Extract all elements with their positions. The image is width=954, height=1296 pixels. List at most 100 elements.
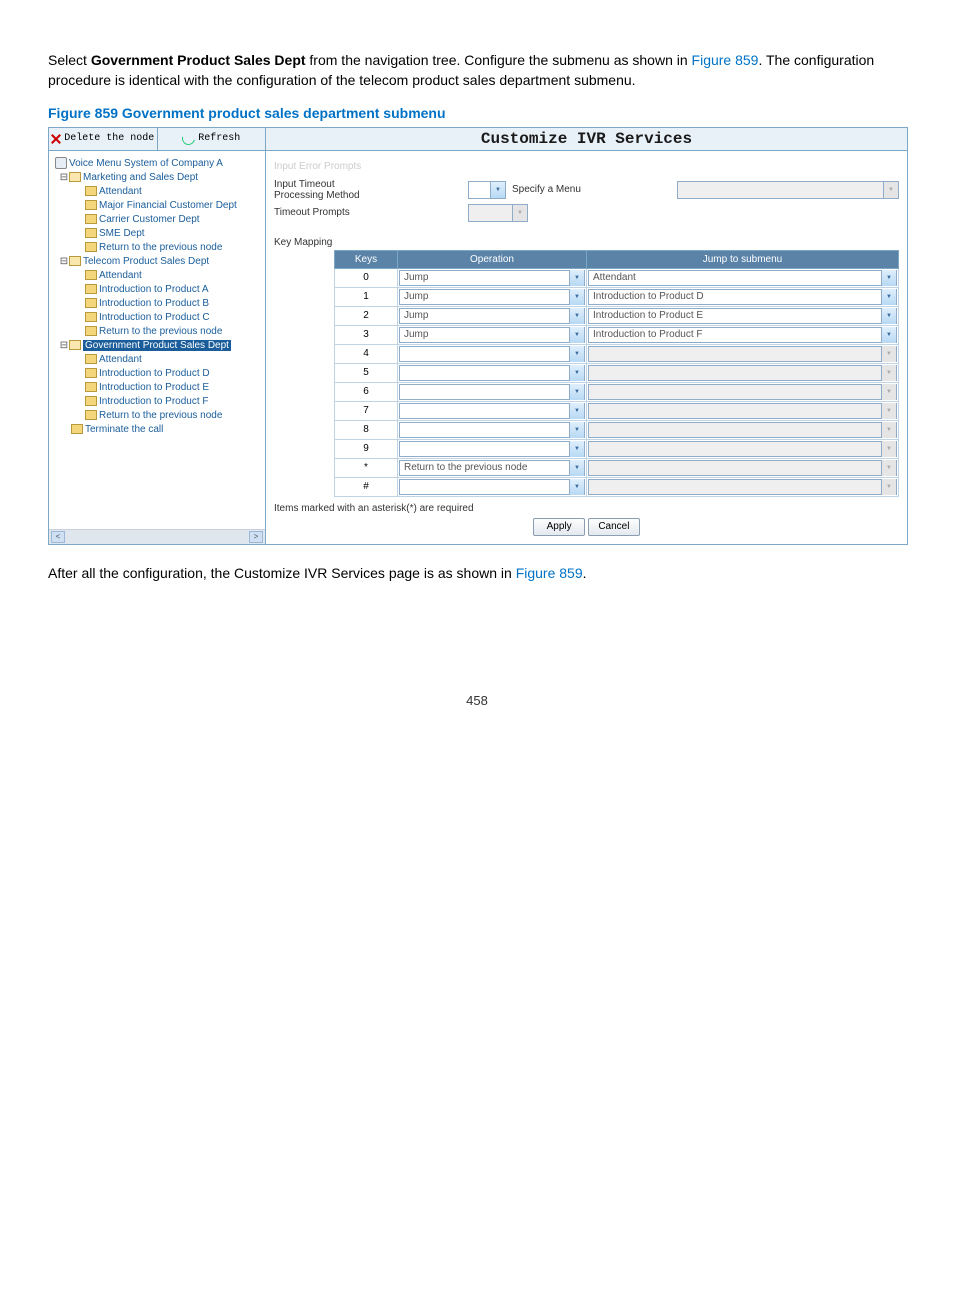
- tree-node-telecom[interactable]: ⊟Telecom Product Sales Dept: [55, 255, 263, 269]
- nav-tree[interactable]: Voice Menu System of Company A ⊟Marketin…: [49, 151, 265, 529]
- tree-scrollbar[interactable]: < >: [49, 529, 265, 544]
- operation-select[interactable]: ▼: [399, 479, 585, 495]
- jump-select[interactable]: Attendant▼: [588, 270, 897, 286]
- operation-cell: ▼: [398, 439, 587, 458]
- jump-select[interactable]: Introduction to Product E▼: [588, 308, 897, 324]
- folder-icon: [85, 410, 97, 420]
- operation-select[interactable]: ▼: [399, 441, 585, 457]
- tree-node[interactable]: Attendant: [55, 185, 263, 199]
- delete-node-label: Delete the node: [64, 133, 154, 144]
- chevron-down-icon: ▼: [512, 205, 527, 221]
- timeout-method-side-label: Specify a Menu: [512, 185, 581, 195]
- figure-caption: Figure 859 Government product sales depa…: [48, 105, 906, 121]
- chevron-down-icon: ▼: [569, 441, 584, 457]
- operation-cell: Jump▼: [398, 325, 587, 344]
- chevron-down-icon: ▼: [569, 308, 584, 324]
- tree-node[interactable]: Major Financial Customer Dept: [55, 199, 263, 213]
- key-cell: *: [335, 458, 398, 477]
- jump-cell: ▼: [587, 382, 899, 401]
- tree-node[interactable]: Return to the previous node: [55, 409, 263, 423]
- jump-cell: ▼: [587, 401, 899, 420]
- timeout-prompts-select[interactable]: ▼: [468, 204, 528, 222]
- operation-cell: ▼: [398, 382, 587, 401]
- collapse-icon[interactable]: ⊟: [59, 255, 69, 269]
- chevron-down-icon: ▼: [881, 479, 896, 495]
- outro-figure-link[interactable]: Figure 859: [516, 565, 583, 581]
- tree-node[interactable]: Introduction to Product A: [55, 283, 263, 297]
- timeout-method-select[interactable]: ▼: [468, 181, 506, 199]
- operation-select[interactable]: ▼: [399, 384, 585, 400]
- operation-cell: ▼: [398, 344, 587, 363]
- tree-root[interactable]: Voice Menu System of Company A: [55, 157, 263, 171]
- timeout-prompts-label: Timeout Prompts: [274, 207, 392, 218]
- collapse-icon[interactable]: ⊟: [59, 339, 69, 353]
- collapse-icon[interactable]: ⊟: [59, 171, 69, 185]
- jump-cell: ▼: [587, 458, 899, 477]
- operation-select[interactable]: Jump▼: [399, 327, 585, 343]
- jump-cell: ▼: [587, 439, 899, 458]
- operation-select[interactable]: ▼: [399, 346, 585, 362]
- tree-node-marketing[interactable]: ⊟Marketing and Sales Dept: [55, 171, 263, 185]
- operation-select[interactable]: ▼: [399, 403, 585, 419]
- jump-select: ▼: [588, 403, 897, 419]
- tree-node-government[interactable]: ⊟Government Product Sales Dept: [55, 339, 263, 353]
- scroll-right-icon[interactable]: >: [249, 531, 263, 543]
- tree-node[interactable]: Return to the previous node: [55, 325, 263, 339]
- folder-icon: [71, 424, 83, 434]
- operation-select[interactable]: Return to the previous node▼: [399, 460, 585, 476]
- jump-select[interactable]: Introduction to Product D▼: [588, 289, 897, 305]
- timeout-menu-select[interactable]: ▼: [677, 181, 899, 199]
- chevron-down-icon: ▼: [883, 182, 898, 198]
- outro-pre: After all the configuration, the Customi…: [48, 565, 516, 581]
- page-number: 458: [48, 693, 906, 708]
- operation-select[interactable]: Jump▼: [399, 270, 585, 286]
- key-cell: 2: [335, 306, 398, 325]
- chevron-down-icon: ▼: [569, 479, 584, 495]
- input-error-prompts-label: Input Error Prompts: [274, 161, 392, 172]
- cancel-button[interactable]: Cancel: [588, 518, 640, 536]
- tree-node[interactable]: Attendant: [55, 269, 263, 283]
- intro-figure-link[interactable]: Figure 859: [692, 52, 759, 68]
- table-row: 8▼▼: [335, 420, 899, 439]
- jump-select: ▼: [588, 479, 897, 495]
- operation-select[interactable]: ▼: [399, 365, 585, 381]
- key-mapping-table: Keys Operation Jump to submenu 0Jump▼Att…: [334, 250, 899, 497]
- tree-node[interactable]: Introduction to Product B: [55, 297, 263, 311]
- table-row: 5▼▼: [335, 363, 899, 382]
- tree-node[interactable]: Introduction to Product E: [55, 381, 263, 395]
- scroll-left-icon[interactable]: <: [51, 531, 65, 543]
- nav-tree-panel: Voice Menu System of Company A ⊟Marketin…: [49, 151, 266, 544]
- tree-node-terminate[interactable]: Terminate the call: [55, 423, 263, 437]
- chevron-down-icon: ▼: [569, 365, 584, 381]
- chevron-down-icon: ▼: [881, 270, 896, 286]
- tree-node[interactable]: Introduction to Product C: [55, 311, 263, 325]
- delete-icon: [51, 134, 61, 144]
- jump-select: ▼: [588, 460, 897, 476]
- folder-icon: [85, 228, 97, 238]
- jump-select[interactable]: Introduction to Product F▼: [588, 327, 897, 343]
- tree-node[interactable]: SME Dept: [55, 227, 263, 241]
- app-toolbar: Delete the node Refresh Customize IVR Se…: [49, 128, 907, 151]
- timeout-method-label: Input Timeout Processing Method: [274, 179, 392, 201]
- folder-icon: [85, 312, 97, 322]
- tree-node[interactable]: Introduction to Product D: [55, 367, 263, 381]
- tree-node[interactable]: Return to the previous node: [55, 241, 263, 255]
- chevron-down-icon: ▼: [881, 384, 896, 400]
- operation-cell: ▼: [398, 420, 587, 439]
- tree-node[interactable]: Attendant: [55, 353, 263, 367]
- folder-icon: [85, 396, 97, 406]
- chevron-down-icon: ▼: [569, 384, 584, 400]
- tree-node[interactable]: Carrier Customer Dept: [55, 213, 263, 227]
- operation-select[interactable]: Jump▼: [399, 308, 585, 324]
- apply-button[interactable]: Apply: [533, 518, 585, 536]
- chevron-down-icon: ▼: [569, 289, 584, 305]
- key-cell: 8: [335, 420, 398, 439]
- operation-select[interactable]: Jump▼: [399, 289, 585, 305]
- delete-node-button[interactable]: Delete the node: [49, 128, 158, 150]
- table-row: 9 ▼▼: [335, 439, 899, 458]
- key-cell: 9: [335, 439, 398, 458]
- operation-select[interactable]: ▼: [399, 422, 585, 438]
- tree-node[interactable]: Introduction to Product F: [55, 395, 263, 409]
- refresh-button[interactable]: Refresh: [158, 128, 266, 150]
- folder-icon: [85, 186, 97, 196]
